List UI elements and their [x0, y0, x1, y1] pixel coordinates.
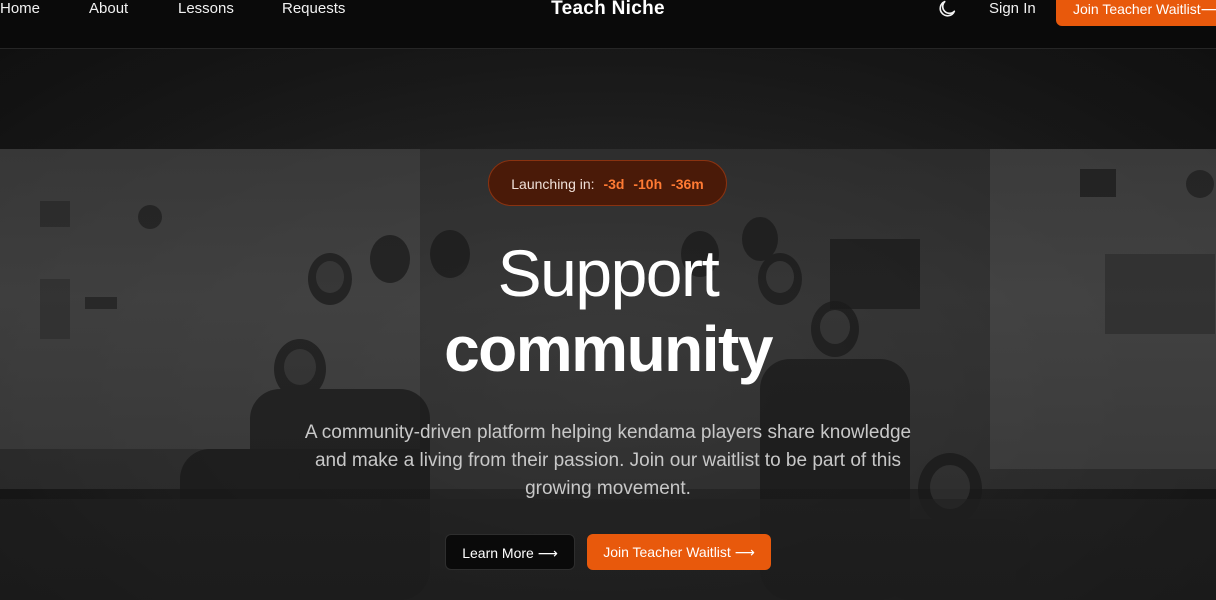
hero-headline-line1: Support — [497, 236, 720, 310]
moon-icon[interactable] — [936, 0, 958, 20]
countdown-hours: -10h — [633, 176, 663, 192]
arrow-right-icon: ⟶ — [1200, 2, 1216, 18]
top-navbar: Home About Lessons Requests Teach Niche … — [0, 0, 1216, 49]
arrow-right-icon: ⟶ — [537, 546, 558, 562]
arrow-right-icon: ⟶ — [734, 545, 755, 561]
sign-in-link[interactable]: Sign In — [989, 0, 1036, 17]
join-teacher-waitlist-button[interactable]: Join Teacher Waitlist ⟶ — [587, 534, 771, 570]
join-waitlist-label: Join Teacher Waitlist — [603, 544, 731, 560]
launch-countdown-badge: Launching in: -3d -10h -36m — [488, 160, 727, 206]
hero-section: Launching in: -3d -10h -36m Support comm… — [0, 49, 1216, 600]
landing-page: Home About Lessons Requests Teach Niche … — [0, 0, 1216, 600]
learn-more-button[interactable]: Learn More ⟶ — [445, 534, 575, 570]
hero-subtitle: A community-driven platform helping kend… — [304, 422, 912, 499]
hero-headline-line2: community — [444, 313, 773, 385]
nav-join-waitlist-label: Join Teacher Waitlist — [1073, 1, 1201, 17]
countdown-minutes: -36m — [671, 176, 704, 192]
countdown-label: Launching in: — [511, 176, 595, 192]
learn-more-label: Learn More — [462, 545, 534, 561]
countdown-days: -3d — [603, 176, 625, 192]
nav-join-waitlist-button[interactable]: Join Teacher Waitlist⟶ — [1056, 0, 1216, 26]
